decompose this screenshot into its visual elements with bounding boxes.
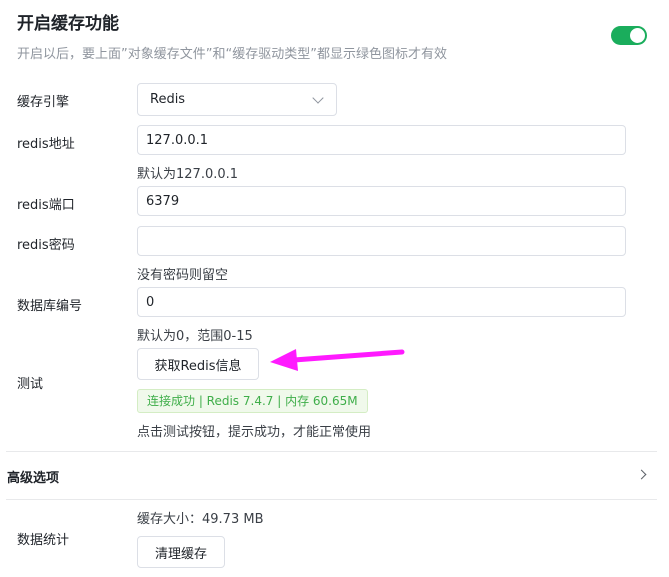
clear-cache-button[interactable]: 清理缓存: [137, 536, 225, 568]
address-help: 默认为127.0.0.1: [137, 167, 239, 182]
toggle-knob: [630, 28, 645, 43]
stats-label: 数据统计: [17, 533, 70, 548]
engine-select[interactable]: Redis: [137, 83, 337, 116]
get-redis-info-button[interactable]: 获取Redis信息: [137, 348, 259, 380]
test-help: 点击测试按钮，提示成功，才能正常使用: [137, 425, 372, 440]
cache-size-text: 缓存大小：49.73 MB: [137, 512, 264, 527]
password-input[interactable]: [137, 226, 626, 256]
engine-select-value: Redis: [150, 92, 186, 107]
page-title: 开启缓存功能: [17, 14, 119, 34]
database-label: 数据库编号: [17, 299, 83, 314]
test-label: 测试: [17, 377, 44, 392]
database-help: 默认为0，范围0-15: [137, 329, 253, 344]
cache-enable-toggle[interactable]: [611, 26, 647, 45]
arrow-left-icon: [270, 349, 405, 371]
chevron-right-icon: [636, 469, 647, 480]
connection-status-badge: 连接成功 | Redis 7.4.7 | 内存 60.65M: [137, 389, 368, 413]
page-subtitle: 开启以后，要上面”对象缓存文件”和“缓存驱动类型”都显示绿色图标才有效: [17, 47, 447, 62]
password-label: redis密码: [17, 238, 75, 253]
address-label: redis地址: [17, 137, 75, 152]
chevron-down-icon: [312, 92, 324, 104]
port-label: redis端口: [17, 198, 75, 213]
address-input[interactable]: [137, 125, 626, 155]
advanced-options-label: 高级选项: [7, 471, 60, 486]
password-help: 没有密码则留空: [137, 268, 229, 283]
port-input[interactable]: [137, 186, 626, 216]
divider-bottom: [6, 499, 657, 500]
database-input[interactable]: [137, 287, 626, 317]
engine-label: 缓存引擎: [17, 95, 70, 110]
advanced-options-row[interactable]: 高级选项: [6, 452, 657, 499]
